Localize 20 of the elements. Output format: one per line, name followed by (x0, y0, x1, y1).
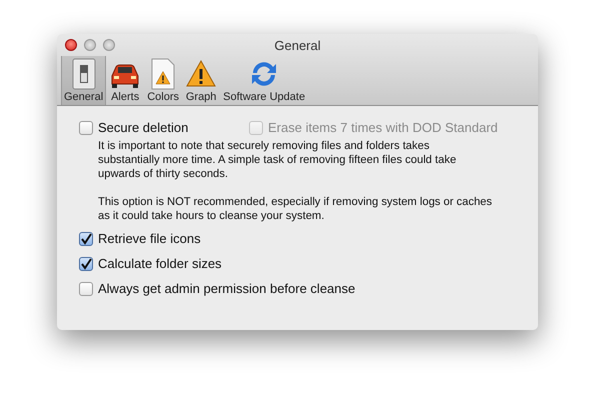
checkbox[interactable] (79, 232, 93, 246)
checkbox-label: Secure deletion (98, 120, 188, 135)
checkbox[interactable] (79, 282, 93, 296)
close-button[interactable] (65, 39, 77, 51)
checkbox-label: Calculate folder sizes (98, 256, 222, 271)
toolbar-tab[interactable]: General (61, 56, 106, 105)
checkbox[interactable] (79, 120, 93, 134)
checkbox-label: Always get admin permission before cleanse (98, 281, 356, 296)
checkbox[interactable] (79, 256, 93, 270)
zoom-button[interactable] (103, 39, 115, 51)
toolbar-tab[interactable]: Software Update (220, 56, 308, 105)
toolbar-tab[interactable]: Colors (144, 56, 182, 105)
toolbar-tab[interactable]: Graph (182, 56, 220, 105)
minimize-button[interactable] (84, 39, 96, 51)
window-title: General (273, 38, 322, 52)
description-text: This option is NOT recommended, especially if removing system logs or caches as it could take hours to cleanse your system. (98, 195, 493, 223)
description-text: It is important to note that securely removing files and folders takes substantially more time. A simple task of removing fifteen files could take upwards of thirty seconds. (98, 139, 458, 181)
checkbox-label: Erase items 7 times with DOD Standard (268, 120, 498, 135)
toolbar-tab[interactable]: Alerts (106, 56, 144, 105)
checkbox-label: Retrieve file icons (98, 231, 201, 246)
